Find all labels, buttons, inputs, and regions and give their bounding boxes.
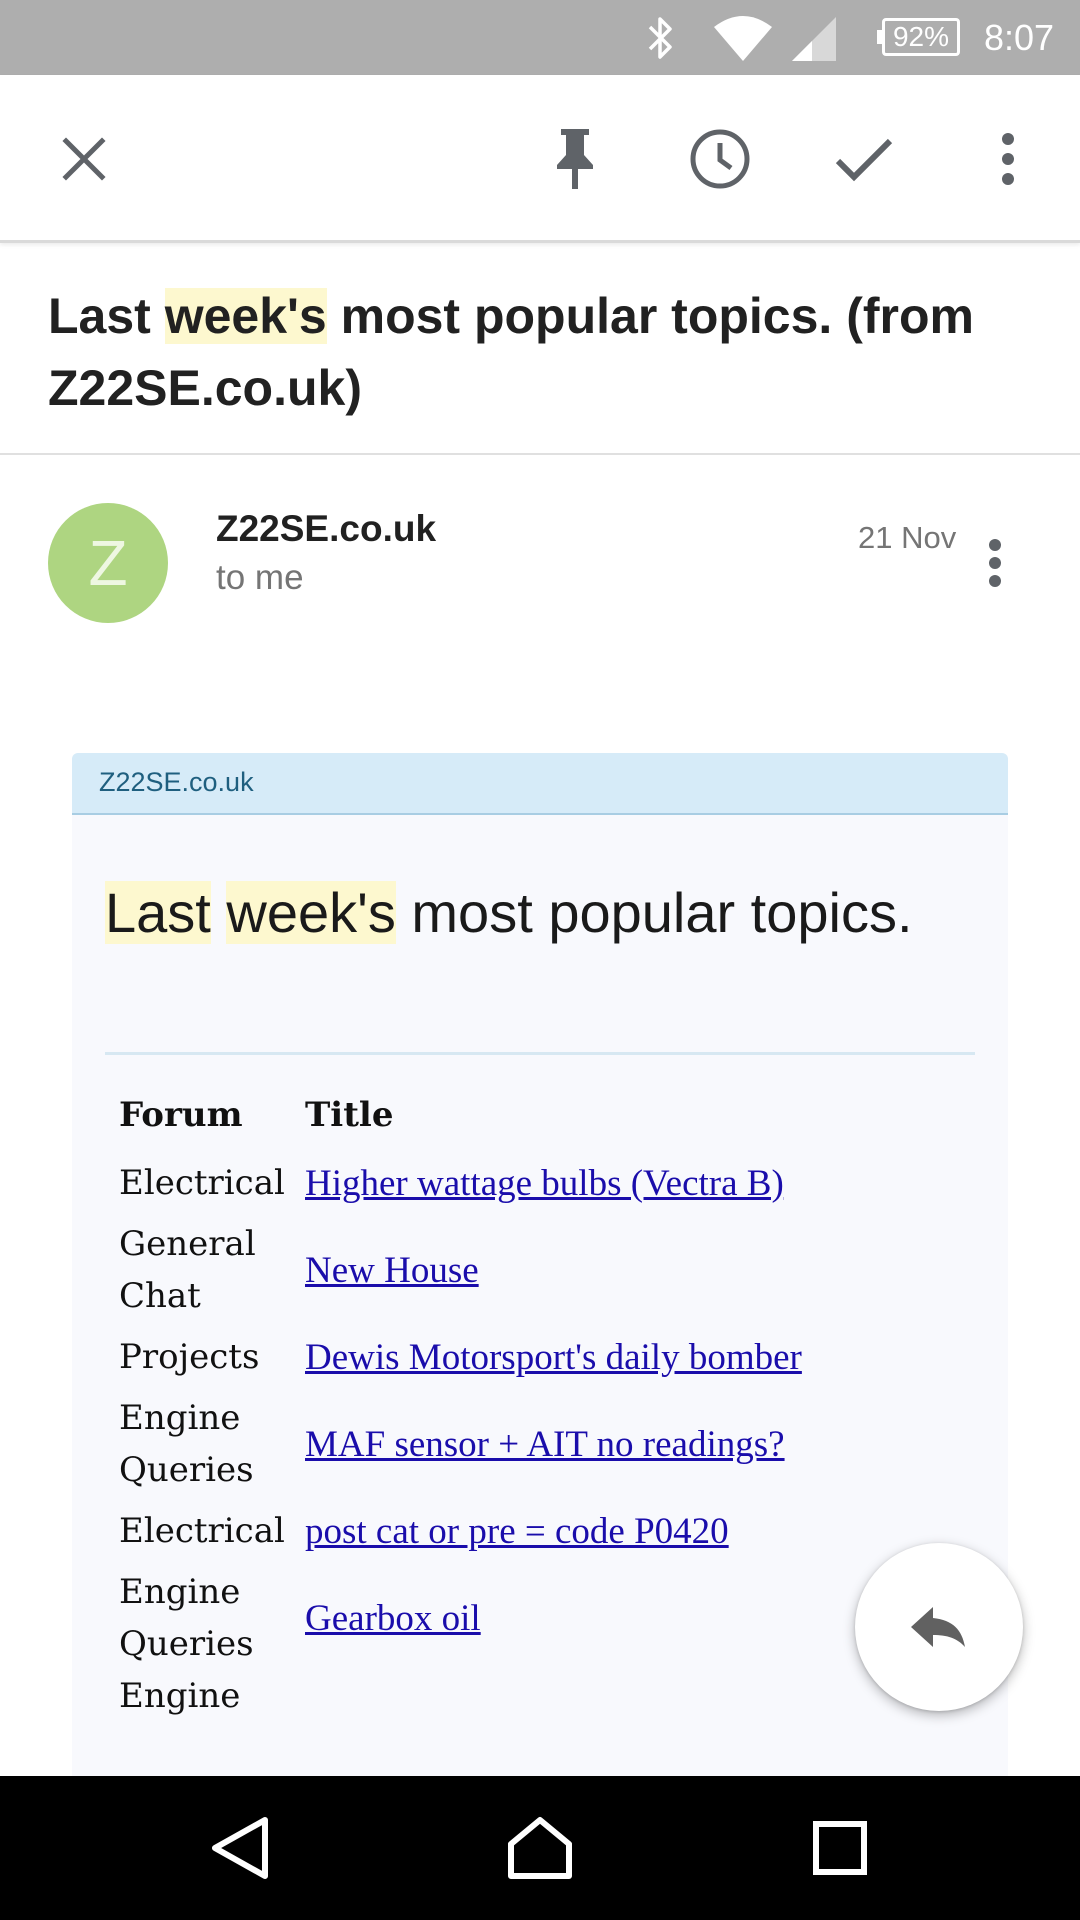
table-row: Electrical post cat or pre = code P0420	[119, 1496, 802, 1566]
message-header-bar: Z22SE.co.uk	[72, 753, 1008, 815]
home-icon	[508, 1817, 572, 1879]
forum-cell: Electrical	[119, 1511, 285, 1551]
title-cell: MAF sensor + AIT no readings?	[305, 1392, 802, 1496]
title-cell: Dewis Motorsport's daily bomber	[305, 1322, 802, 1392]
title-cell: Higher wattage bulbs (Vectra B)	[305, 1148, 802, 1218]
forum-cell: Engine Queries	[119, 1398, 254, 1490]
avatar-letter: Z	[88, 527, 128, 599]
done-check-icon	[835, 138, 893, 182]
title-cell: post cat or pre = code P0420	[305, 1496, 802, 1566]
bluetooth-icon	[646, 0, 676, 75]
title-highlighted-text: week's	[226, 881, 396, 944]
sender-name[interactable]: Z22SE.co.uk	[216, 508, 436, 550]
email-date: 21 Nov	[858, 520, 957, 555]
topics-table: Forum Title Electrical Higher wattage bu…	[119, 1088, 802, 1766]
message-more-button[interactable]	[975, 530, 1015, 596]
close-icon	[62, 137, 106, 181]
wifi-icon	[712, 0, 774, 75]
table-row: Engine	[119, 1670, 802, 1766]
subject-highlighted-text: week's	[164, 288, 327, 344]
topic-link[interactable]: Higher wattage bulbs (Vectra B)	[305, 1163, 784, 1204]
topic-link[interactable]: New House	[305, 1250, 479, 1291]
table-row: Electrical Higher wattage bulbs (Vectra …	[119, 1148, 802, 1218]
recents-button[interactable]	[790, 1798, 890, 1898]
close-button[interactable]	[44, 119, 124, 199]
title-highlighted-text: Last	[105, 881, 211, 944]
email-toolbar	[0, 75, 1080, 243]
table-header-row: Forum Title	[119, 1088, 802, 1148]
forum-cell: Electrical	[119, 1163, 285, 1203]
reply-icon	[911, 1607, 965, 1647]
title-cell	[305, 1670, 802, 1766]
recipient-label[interactable]: to me	[216, 558, 304, 598]
battery-icon: 92%	[877, 18, 960, 56]
topic-link[interactable]: Gearbox oil	[305, 1598, 481, 1639]
title-divider	[105, 1052, 975, 1055]
back-button[interactable]	[190, 1798, 290, 1898]
topic-link[interactable]: post cat or pre = code P0420	[305, 1511, 729, 1552]
status-bar: 92% 8:07	[0, 0, 1080, 75]
message-title: Last week's most popular topics.	[105, 875, 985, 951]
sender-avatar[interactable]: Z	[48, 503, 168, 623]
column-header-title: Title	[305, 1095, 394, 1135]
snooze-clock-icon	[690, 129, 750, 189]
title-text: most popular topics.	[395, 881, 913, 944]
home-button[interactable]	[490, 1798, 590, 1898]
pin-icon	[557, 129, 593, 189]
clock: 8:07	[984, 17, 1055, 58]
recents-icon	[813, 1821, 867, 1875]
topic-link[interactable]: Dewis Motorsport's daily bomber	[305, 1337, 802, 1378]
title-text	[211, 881, 227, 944]
table-row: Projects Dewis Motorsport's daily bomber	[119, 1322, 802, 1392]
title-cell: Gearbox oil	[305, 1566, 802, 1670]
email-subject: Last week's most popular topics. (from Z…	[48, 280, 1048, 424]
subject-text: Last	[48, 288, 165, 344]
pin-button[interactable]	[535, 119, 615, 199]
forum-cell: Engine	[119, 1676, 241, 1716]
message-header-text: Z22SE.co.uk	[99, 767, 254, 797]
table-row: Engine Queries MAF sensor + AIT no readi…	[119, 1392, 802, 1496]
divider	[0, 453, 1080, 455]
title-cell: New House	[305, 1218, 802, 1322]
forum-cell: Engine Queries	[119, 1572, 254, 1664]
column-header-forum: Forum	[119, 1095, 243, 1135]
table-row: Engine Queries Gearbox oil	[119, 1566, 802, 1670]
snooze-button[interactable]	[680, 119, 760, 199]
more-vert-icon	[1002, 133, 1014, 185]
signal-icon	[790, 0, 838, 75]
more-vert-icon	[989, 539, 1001, 587]
more-options-button[interactable]	[968, 119, 1048, 199]
reply-button[interactable]	[855, 1543, 1023, 1711]
table-row: General Chat New House	[119, 1218, 802, 1322]
topic-link[interactable]: MAF sensor + AIT no readings?	[305, 1424, 785, 1465]
mark-done-button[interactable]	[824, 119, 904, 199]
back-icon	[212, 1817, 268, 1879]
forum-cell: General Chat	[119, 1224, 256, 1316]
navigation-bar	[0, 1776, 1080, 1920]
forum-cell: Projects	[119, 1337, 260, 1377]
battery-level: 92%	[892, 21, 950, 52]
